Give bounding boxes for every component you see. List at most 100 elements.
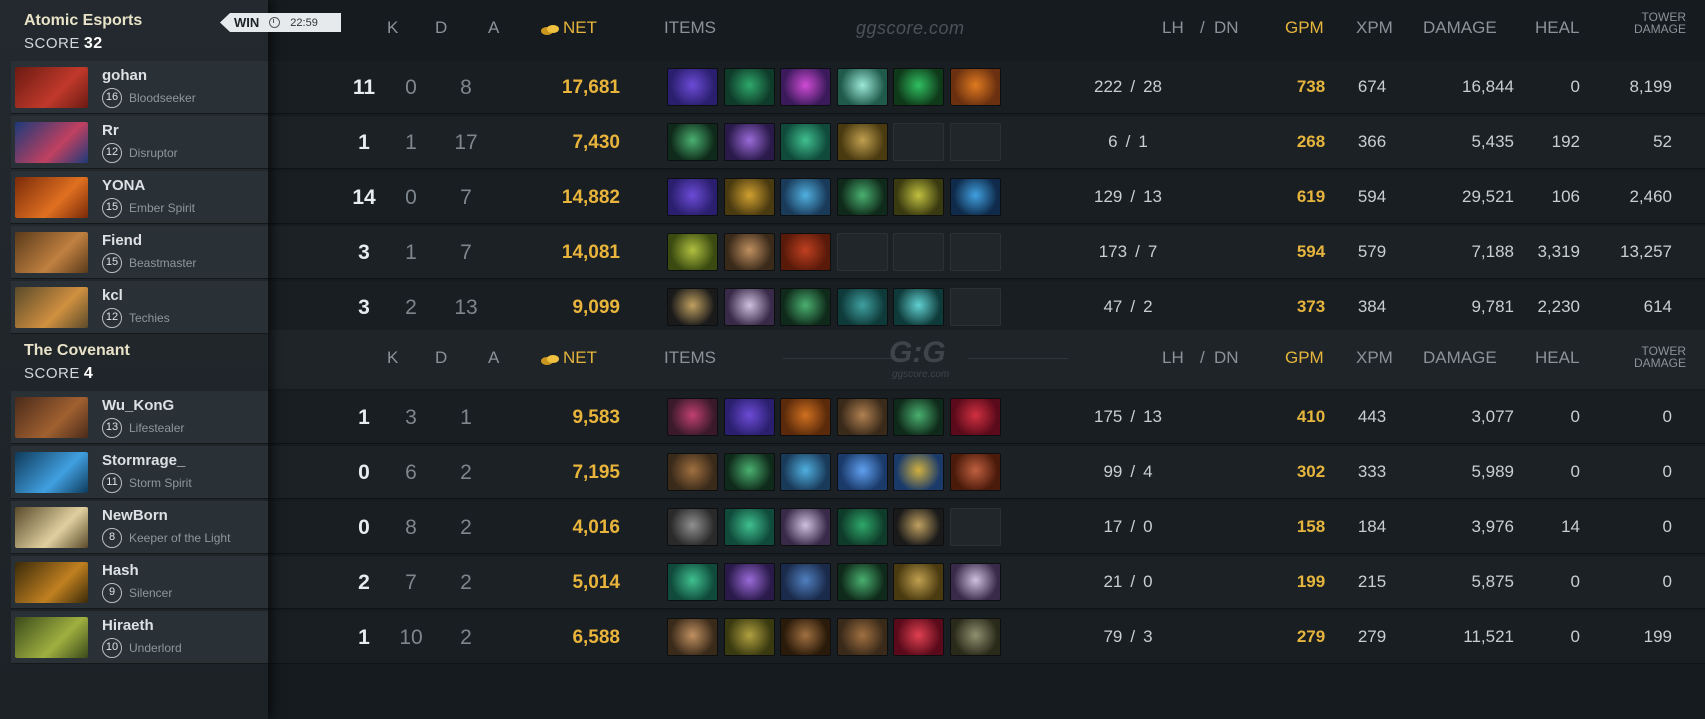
player-card[interactable]: Hiraeth 10 Underlord (11, 611, 268, 664)
item-icon[interactable] (949, 563, 1001, 601)
item-icon[interactable] (667, 178, 718, 216)
xpm-value: 674 (1357, 77, 1387, 96)
player-card[interactable]: Wu_KonG 13 Lifestealer (11, 391, 268, 444)
item-icon[interactable] (836, 563, 888, 601)
player-card[interactable]: Hash 9 Silencer (11, 556, 268, 609)
item-icon[interactable] (780, 233, 831, 271)
player-name[interactable]: gohan (102, 67, 147, 84)
player-name[interactable]: Stormrage_ (102, 452, 185, 469)
header-items: ITEMS (664, 348, 716, 367)
item-icon[interactable] (893, 178, 944, 216)
item-icon[interactable] (893, 288, 944, 326)
kills-value: 1 (358, 406, 370, 429)
damage-value: 9,781 (1471, 297, 1514, 316)
header-items: ITEMS (664, 18, 716, 37)
item-icon[interactable] (723, 453, 775, 491)
item-icon[interactable] (780, 563, 831, 601)
item-icon[interactable] (949, 178, 1001, 216)
header-gpm: GPM (1285, 18, 1324, 37)
item-icon[interactable] (780, 618, 831, 656)
item-icon[interactable] (893, 508, 944, 546)
item-icon[interactable] (723, 618, 775, 656)
player-card[interactable]: YONA 15 Ember Spirit (11, 171, 268, 224)
player-card[interactable]: NewBorn 8 Keeper of the Light (11, 501, 268, 554)
item-icon[interactable] (893, 618, 944, 656)
item-icon[interactable] (667, 563, 718, 601)
watermark-divider (783, 358, 903, 359)
item-icon[interactable] (893, 398, 944, 436)
item-icon[interactable] (723, 233, 775, 271)
last-hits-value: 99 (1103, 462, 1123, 481)
player-name[interactable]: NewBorn (102, 507, 168, 524)
item-icon[interactable] (723, 123, 775, 161)
item-icon[interactable] (667, 398, 718, 436)
item-icon[interactable] (893, 563, 944, 601)
item-icon[interactable] (723, 288, 775, 326)
item-icon[interactable] (836, 508, 888, 546)
heal-value: 192 (1551, 132, 1580, 151)
item-icon[interactable] (667, 618, 718, 656)
item-icon[interactable] (836, 618, 888, 656)
item-icon[interactable] (836, 398, 888, 436)
player-name[interactable]: Wu_KonG (102, 397, 174, 414)
last-hits-value: 79 (1103, 627, 1123, 646)
item-icon[interactable] (780, 288, 831, 326)
item-icon[interactable] (723, 508, 775, 546)
player-name[interactable]: kcl (102, 287, 123, 304)
item-icon[interactable] (667, 508, 718, 546)
player-card[interactable]: Stormrage_ 11 Storm Spirit (11, 446, 268, 499)
player-name[interactable]: Hiraeth (102, 617, 154, 634)
item-icon[interactable] (667, 123, 718, 161)
net-worth-value: 14,882 (561, 187, 620, 208)
item-icon[interactable] (949, 453, 1001, 491)
separator: / (1130, 407, 1136, 426)
player-name[interactable]: Rr (102, 122, 119, 139)
team-roster-panel: Atomic Esports SCORE 32 gohan 16 Bloodseeker R… (0, 0, 268, 719)
player-card[interactable]: gohan 16 Bloodseeker (11, 61, 268, 114)
item-icon[interactable] (667, 233, 718, 271)
item-icon[interactable] (723, 398, 775, 436)
item-icon[interactable] (893, 68, 944, 106)
empty-item-slot (949, 233, 1001, 271)
item-icon[interactable] (667, 288, 718, 326)
item-icon[interactable] (667, 68, 718, 106)
item-icon[interactable] (836, 178, 888, 216)
player-name[interactable]: Hash (102, 562, 139, 579)
item-icon[interactable] (780, 68, 831, 106)
denies-value: 3 (1143, 627, 1153, 646)
hero-level-badge: 9 (102, 583, 122, 603)
item-icon[interactable] (667, 453, 718, 491)
table-row: 3 1 7 14,081 173 / 7 594 579 7,188 3,319 13,257 (268, 226, 1705, 279)
item-icon[interactable] (780, 508, 831, 546)
item-icon[interactable] (780, 123, 831, 161)
player-card[interactable]: Fiend 15 Beastmaster (11, 226, 268, 279)
item-icon[interactable] (949, 618, 1001, 656)
item-icon[interactable] (723, 68, 775, 106)
last-hits-denies: 129 / 13 (1068, 187, 1188, 207)
hero-portrait (15, 232, 88, 273)
item-icon[interactable] (949, 68, 1001, 106)
item-icon[interactable] (836, 123, 888, 161)
item-icon[interactable] (893, 453, 944, 491)
player-name[interactable]: Fiend (102, 232, 142, 249)
empty-item-slot (949, 123, 1001, 161)
last-hits-value: 17 (1103, 517, 1123, 536)
item-icon[interactable] (836, 288, 888, 326)
xpm-value: 333 (1357, 462, 1387, 481)
item-icon[interactable] (780, 453, 831, 491)
deaths-value: 1 (405, 131, 417, 154)
item-icon[interactable] (723, 563, 775, 601)
denies-value: 28 (1143, 77, 1163, 96)
table-row: 1 10 2 6,588 79 / 3 279 279 11,521 0 199 (268, 611, 1705, 664)
player-card[interactable]: Rr 12 Disruptor (11, 116, 268, 169)
item-icon[interactable] (780, 178, 831, 216)
item-icon[interactable] (949, 398, 1001, 436)
item-icon[interactable] (836, 453, 888, 491)
team-header: The Covenant SCORE 4 (0, 330, 268, 389)
item-icon[interactable] (836, 68, 888, 106)
player-name[interactable]: YONA (102, 177, 145, 194)
separator: / (1130, 297, 1136, 316)
item-icon[interactable] (780, 398, 831, 436)
item-icon[interactable] (723, 178, 775, 216)
player-card[interactable]: kcl 12 Techies (11, 281, 268, 334)
